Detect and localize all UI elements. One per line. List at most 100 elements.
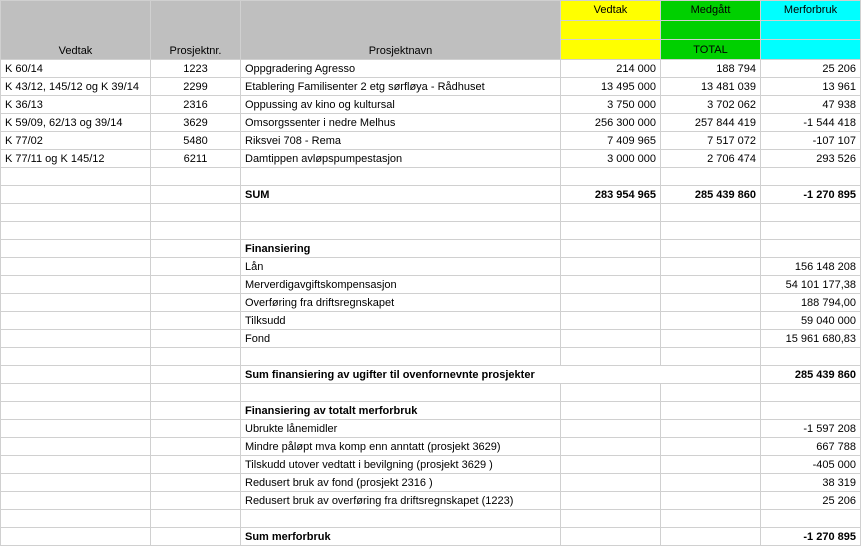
header-row-1: Vedtak Prosjektnr. Prosjektnavn Vedtak M… bbox=[1, 1, 861, 21]
cell-v: 13 495 000 bbox=[561, 78, 661, 96]
mer-name: Redusert bruk av overføring fra driftsre… bbox=[241, 492, 561, 510]
fin-name: Fond bbox=[241, 330, 561, 348]
fin-sum-row: Sum finansiering av ugifter til ovenforn… bbox=[1, 366, 861, 384]
sum-v: 283 954 965 bbox=[561, 186, 661, 204]
blank-row bbox=[1, 348, 861, 366]
cell-f: 293 526 bbox=[761, 150, 861, 168]
fin-val: 156 148 208 bbox=[761, 258, 861, 276]
cell-vedtak: K 36/13 bbox=[1, 96, 151, 114]
fin-title-row: Finansiering bbox=[1, 240, 861, 258]
hdr-prosjektnavn-label: Prosjektnavn bbox=[369, 45, 433, 57]
hdr-green-blank bbox=[661, 20, 761, 40]
mer-val: 38 319 bbox=[761, 474, 861, 492]
fin-name: Lån bbox=[241, 258, 561, 276]
cell-f: 25 206 bbox=[761, 60, 861, 78]
fin-name: Tilksudd bbox=[241, 312, 561, 330]
fin-row: Merverdigavgiftskompensasjon 54 101 177,3… bbox=[1, 276, 861, 294]
mer-val: -405 000 bbox=[761, 456, 861, 474]
table-row: K 43/12, 145/12 og K 39/14 2299 Etableri… bbox=[1, 78, 861, 96]
blank-row bbox=[1, 168, 861, 186]
cell-m: 257 844 419 bbox=[661, 114, 761, 132]
fin-val: 54 101 177,38 bbox=[761, 276, 861, 294]
table-row: K 59/09, 62/13 og 39/14 3629 Omsorgssent… bbox=[1, 114, 861, 132]
hdr-vedtak-label: Vedtak bbox=[59, 45, 93, 57]
spreadsheet-table: Vedtak Prosjektnr. Prosjektnavn Vedtak M… bbox=[0, 0, 861, 546]
table-row: K 77/02 5480 Riksvei 708 - Rema 7 409 96… bbox=[1, 132, 861, 150]
cell-name: Damtippen avløpspumpestasjon bbox=[241, 150, 561, 168]
hdr-yellow-blank bbox=[561, 20, 661, 40]
cell-vedtak: K 43/12, 145/12 og K 39/14 bbox=[1, 78, 151, 96]
cell-f: -107 107 bbox=[761, 132, 861, 150]
sum-label: SUM bbox=[241, 186, 561, 204]
mer-sum-label: Sum merforbruk bbox=[241, 528, 561, 546]
fin-name: Overføring fra driftsregnskapet bbox=[241, 294, 561, 312]
mer-row: Tilskudd utover vedtatt i bevilgning (pr… bbox=[1, 456, 861, 474]
mer-val: -1 597 208 bbox=[761, 420, 861, 438]
mer-name: Tilskudd utover vedtatt i bevilgning (pr… bbox=[241, 456, 561, 474]
fin-row: Tilksudd 59 040 000 bbox=[1, 312, 861, 330]
cell-m: 7 517 072 bbox=[661, 132, 761, 150]
mer-name: Mindre påløpt mva komp enn anntatt (pros… bbox=[241, 438, 561, 456]
cell-v: 214 000 bbox=[561, 60, 661, 78]
mer-title-row: Finansiering av totalt merforbruk bbox=[1, 402, 861, 420]
hdr-vedtak: Vedtak bbox=[1, 1, 151, 60]
cell-proj: 2299 bbox=[151, 78, 241, 96]
mer-sum-val: -1 270 895 bbox=[761, 528, 861, 546]
hdr-col-vedtak: Vedtak bbox=[561, 1, 661, 21]
fin-val: 15 961 680,83 bbox=[761, 330, 861, 348]
cell-proj: 1223 bbox=[151, 60, 241, 78]
cell-proj: 2316 bbox=[151, 96, 241, 114]
fin-val: 59 040 000 bbox=[761, 312, 861, 330]
fin-row: Overføring fra driftsregnskapet 188 794,0… bbox=[1, 294, 861, 312]
blank-row bbox=[1, 204, 861, 222]
mer-row: Ubrukte lånemidler -1 597 208 bbox=[1, 420, 861, 438]
fin-sum-label: Sum finansiering av ugifter til ovenforn… bbox=[241, 366, 761, 384]
cell-m: 13 481 039 bbox=[661, 78, 761, 96]
table-row: K 36/13 2316 Oppussing av kino og kultur… bbox=[1, 96, 861, 114]
blank-row bbox=[1, 384, 861, 402]
fin-row: Lån 156 148 208 bbox=[1, 258, 861, 276]
hdr-col-merforbruk: Merforbruk bbox=[761, 1, 861, 21]
hdr-prosjektnr: Prosjektnr. bbox=[151, 1, 241, 60]
fin-name: Merverdigavgiftskompensasjon bbox=[241, 276, 561, 294]
hdr-prosjektnavn: Prosjektnavn bbox=[241, 1, 561, 60]
fin-val: 188 794,00 bbox=[761, 294, 861, 312]
fin-sum-val: 285 439 860 bbox=[761, 366, 861, 384]
hdr-yellow-bottom bbox=[561, 40, 661, 60]
cell-m: 188 794 bbox=[661, 60, 761, 78]
mer-row: Redusert bruk av fond (prosjekt 2316 )38… bbox=[1, 474, 861, 492]
mer-val: 667 788 bbox=[761, 438, 861, 456]
cell-proj: 6211 bbox=[151, 150, 241, 168]
cell-f: -1 544 418 bbox=[761, 114, 861, 132]
cell-vedtak: K 77/02 bbox=[1, 132, 151, 150]
mer-title: Finansiering av totalt merforbruk bbox=[241, 402, 561, 420]
table-row: K 77/11 og K 145/12 6211 Damtippen avløp… bbox=[1, 150, 861, 168]
cell-name: Etablering Familisenter 2 etg sørfløya -… bbox=[241, 78, 561, 96]
cell-name: Oppgradering Agresso bbox=[241, 60, 561, 78]
mer-sum-row: Sum merforbruk -1 270 895 bbox=[1, 528, 861, 546]
blank-row bbox=[1, 222, 861, 240]
cell-name: Omsorgssenter i nedre Melhus bbox=[241, 114, 561, 132]
cell-f: 47 938 bbox=[761, 96, 861, 114]
cell-v: 7 409 965 bbox=[561, 132, 661, 150]
cell-v: 256 300 000 bbox=[561, 114, 661, 132]
hdr-cyan-bottom bbox=[761, 40, 861, 60]
cell-m: 2 706 474 bbox=[661, 150, 761, 168]
mer-row: Mindre påløpt mva komp enn anntatt (pros… bbox=[1, 438, 861, 456]
mer-row: Redusert bruk av overføring fra driftsre… bbox=[1, 492, 861, 510]
cell-vedtak: K 77/11 og K 145/12 bbox=[1, 150, 151, 168]
fin-row: Fond 15 961 680,83 bbox=[1, 330, 861, 348]
cell-name: Riksvei 708 - Rema bbox=[241, 132, 561, 150]
fin-title: Finansiering bbox=[241, 240, 561, 258]
blank-row bbox=[1, 510, 861, 528]
cell-m: 3 702 062 bbox=[661, 96, 761, 114]
sum-m: 285 439 860 bbox=[661, 186, 761, 204]
cell-vedtak: K 59/09, 62/13 og 39/14 bbox=[1, 114, 151, 132]
cell-f: 13 961 bbox=[761, 78, 861, 96]
mer-name: Ubrukte lånemidler bbox=[241, 420, 561, 438]
cell-v: 3 750 000 bbox=[561, 96, 661, 114]
cell-v: 3 000 000 bbox=[561, 150, 661, 168]
hdr-prosjektnr-label: Prosjektnr. bbox=[170, 45, 222, 57]
cell-name: Oppussing av kino og kultursal bbox=[241, 96, 561, 114]
cell-proj: 3629 bbox=[151, 114, 241, 132]
